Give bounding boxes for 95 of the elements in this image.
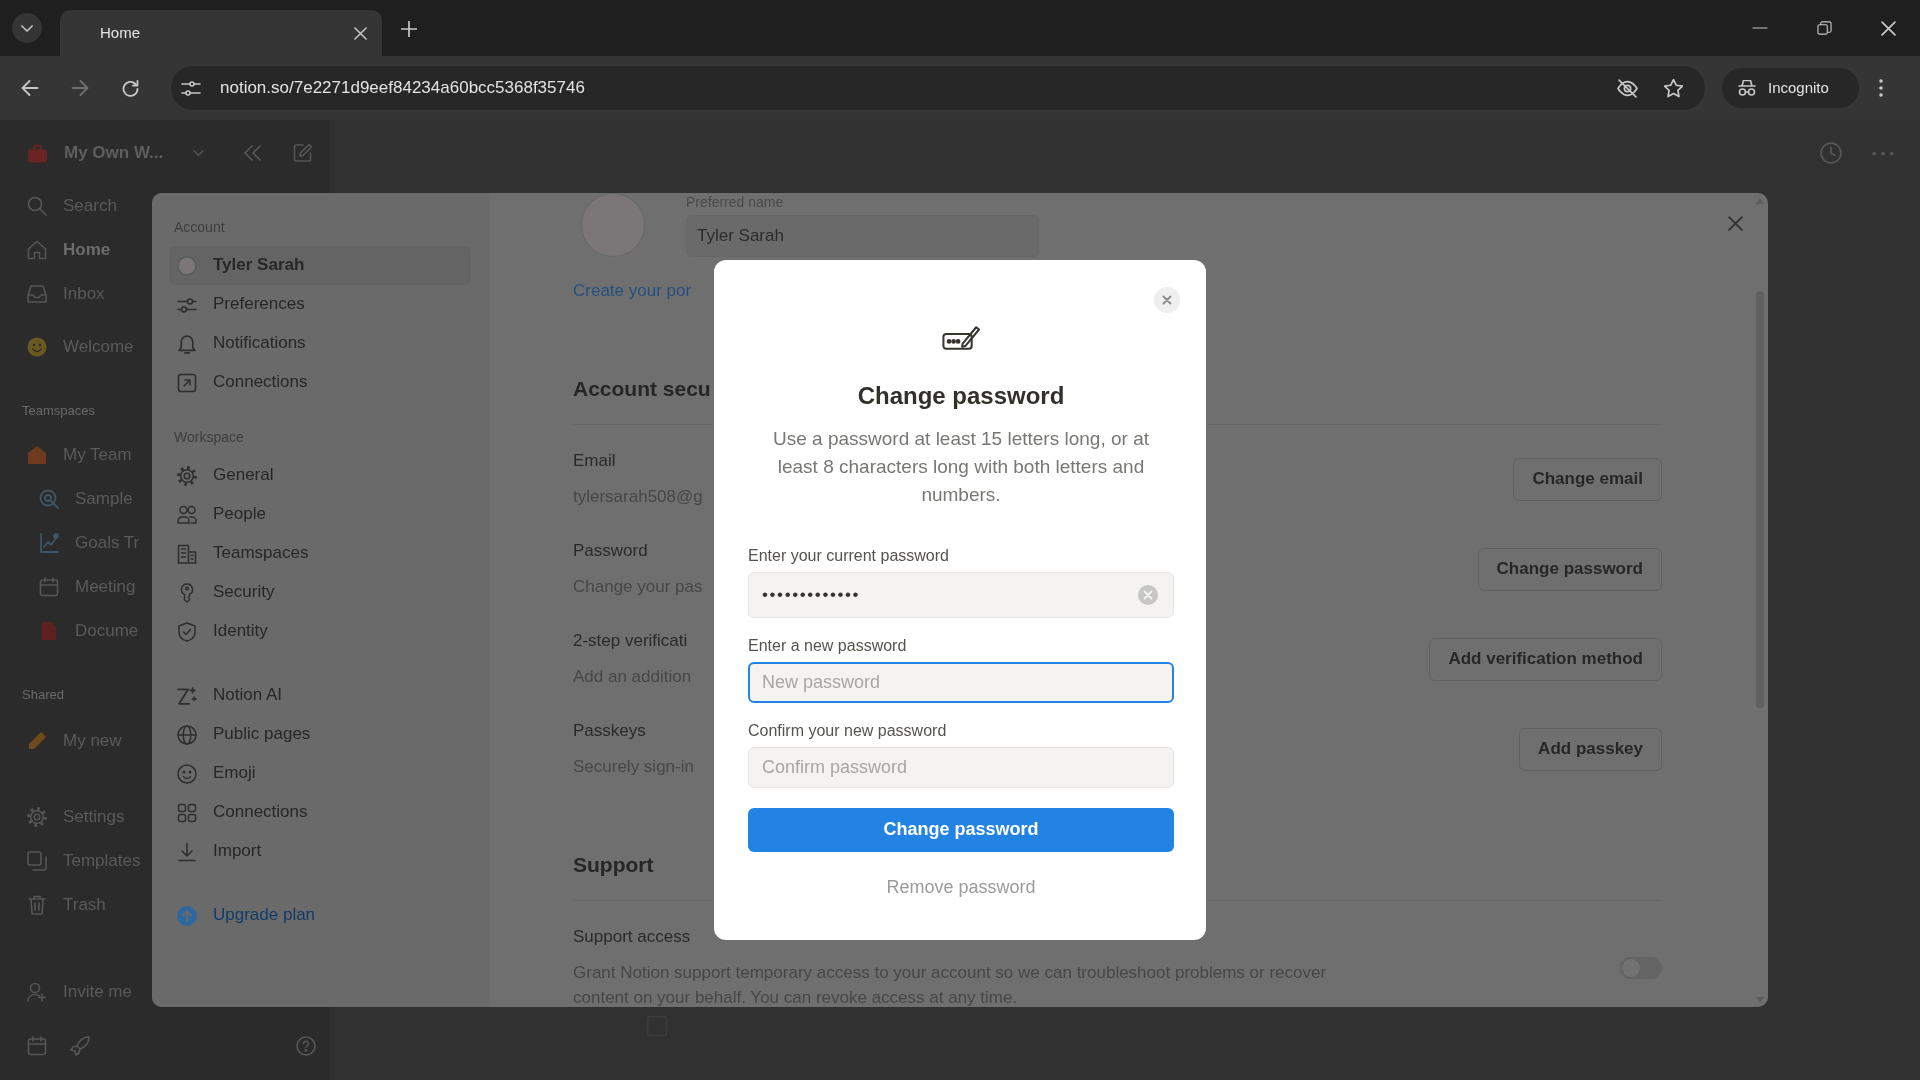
settings-nav-item[interactable]: Emoji <box>169 754 471 793</box>
sliders-icon[interactable] <box>181 80 201 96</box>
action-button[interactable]: Add passkey <box>1519 727 1662 771</box>
calendar-icon[interactable] <box>27 1036 47 1056</box>
password-field[interactable]: New password <box>748 662 1174 703</box>
section-heading: Account secu <box>573 376 711 402</box>
browser-tab[interactable]: Home <box>60 10 382 56</box>
section-label: Shared <box>21 686 64 704</box>
home-icon <box>27 240 47 260</box>
grid-icon <box>177 802 197 823</box>
smiley-icon <box>177 763 197 784</box>
people-icon <box>177 504 197 525</box>
help-icon[interactable] <box>296 1036 316 1056</box>
house-icon <box>27 445 47 465</box>
settings-nav-item[interactable]: Security <box>169 573 471 612</box>
profile-button[interactable]: Incognito <box>1722 68 1859 108</box>
clock-icon[interactable] <box>1820 142 1842 164</box>
settings-nav-item[interactable]: Public pages <box>169 715 471 754</box>
inbox-icon <box>27 284 47 304</box>
double-chevron-left-icon[interactable] <box>244 145 262 161</box>
setting-label: 2-step verificati <box>573 630 688 652</box>
globe-icon <box>177 724 197 745</box>
pencil-icon <box>27 731 47 751</box>
action-button[interactable]: Change email <box>1513 457 1662 501</box>
eye-slash-icon[interactable] <box>1617 78 1638 98</box>
dialog-description: Use a password at least 15 letters long, or at least 8 characters long with both letters and numbers. <box>772 427 1150 507</box>
reload-icon[interactable] <box>121 79 139 97</box>
plus-icon[interactable] <box>401 21 417 37</box>
settings-nav-item[interactable]: Import <box>169 832 471 871</box>
setting-label: Passkeys <box>573 720 646 742</box>
settings-nav-item[interactable]: General <box>169 456 471 495</box>
password-pen-icon <box>941 325 981 351</box>
trash-icon <box>27 895 47 915</box>
field-label: Enter your current password <box>748 546 949 566</box>
rocket-icon[interactable] <box>70 1036 90 1056</box>
person-add-icon <box>27 982 47 1002</box>
address-bar[interactable]: notion.so/7e2271d9eef84234a60bcc5368f35746 <box>171 66 1705 110</box>
settings-nav-item[interactable]: People <box>169 495 471 534</box>
more-icon[interactable] <box>1872 150 1894 156</box>
edit-icon[interactable] <box>293 143 314 163</box>
ai-sparkle-icon <box>177 685 197 706</box>
action-button[interactable]: Change password <box>1477 547 1662 591</box>
chart-icon <box>39 533 59 553</box>
document-icon <box>39 621 59 641</box>
settings-nav-item[interactable]: Preferences <box>169 285 471 324</box>
bell-icon <box>177 333 197 354</box>
setting-label: Password <box>573 540 648 562</box>
arrow-up-circle-icon <box>177 905 197 926</box>
dialog-title: Change password <box>857 381 1065 411</box>
hat-glasses-icon <box>1738 80 1756 96</box>
remove-password-link[interactable]: Remove password <box>886 875 1036 899</box>
section-label: Teamspaces <box>21 402 95 420</box>
search-icon <box>27 196 47 216</box>
avatar-icon <box>177 255 197 276</box>
scroll-up-icon[interactable] <box>1756 198 1764 204</box>
upgrade-link[interactable]: Upgrade plan <box>169 896 471 935</box>
shield-check-icon <box>177 621 197 642</box>
settings-nav-item[interactable]: Connections <box>169 363 471 402</box>
emoji-icon <box>27 337 47 357</box>
password-field[interactable]: ••••••••••••• <box>748 572 1174 618</box>
restore-icon[interactable] <box>1816 21 1832 35</box>
magnifier-icon <box>39 489 59 509</box>
settings-nav-item[interactable]: Connections <box>169 793 471 832</box>
kebab-menu-icon[interactable] <box>1879 79 1883 97</box>
settings-nav-item[interactable]: Tyler Sarah <box>169 246 471 285</box>
action-button[interactable]: Add verification method <box>1429 637 1662 681</box>
settings-nav-item[interactable]: Notifications <box>169 324 471 363</box>
settings-nav-item[interactable]: Identity <box>169 612 471 651</box>
portrait-link[interactable]: Create your por <box>573 279 692 303</box>
change-password-button[interactable]: Change password <box>748 808 1174 852</box>
setting-label: Email <box>573 450 616 472</box>
minimize-icon[interactable] <box>1752 27 1768 29</box>
briefcase-icon <box>27 143 48 163</box>
calendar-icon <box>39 577 59 597</box>
chevron-down-icon <box>21 24 33 32</box>
field-label: Enter a new password <box>748 636 907 656</box>
chevron-down-icon[interactable] <box>193 150 205 156</box>
clear-icon[interactable] <box>1138 585 1158 605</box>
field-label: Confirm your new password <box>748 721 947 741</box>
settings-nav-item[interactable]: Teamspaces <box>169 534 471 573</box>
arrow-square-icon <box>177 372 197 393</box>
sidebar-item[interactable]: Home <box>0 228 150 272</box>
settings-icon <box>27 807 47 827</box>
section-heading: Support <box>573 852 654 878</box>
name-input[interactable]: Tyler Sarah <box>686 215 1039 257</box>
download-icon <box>177 841 197 862</box>
pages-icon <box>27 851 47 871</box>
buildings-icon <box>177 543 197 564</box>
back-arrow-icon[interactable] <box>21 80 39 96</box>
scroll-down-icon[interactable] <box>1756 997 1764 1003</box>
star-icon[interactable] <box>1664 78 1683 98</box>
settings-icon <box>177 465 197 486</box>
setting-label: Support access <box>573 926 691 948</box>
settings-nav-item[interactable]: Notion AI <box>169 676 471 715</box>
tab-list-button[interactable] <box>12 13 42 43</box>
